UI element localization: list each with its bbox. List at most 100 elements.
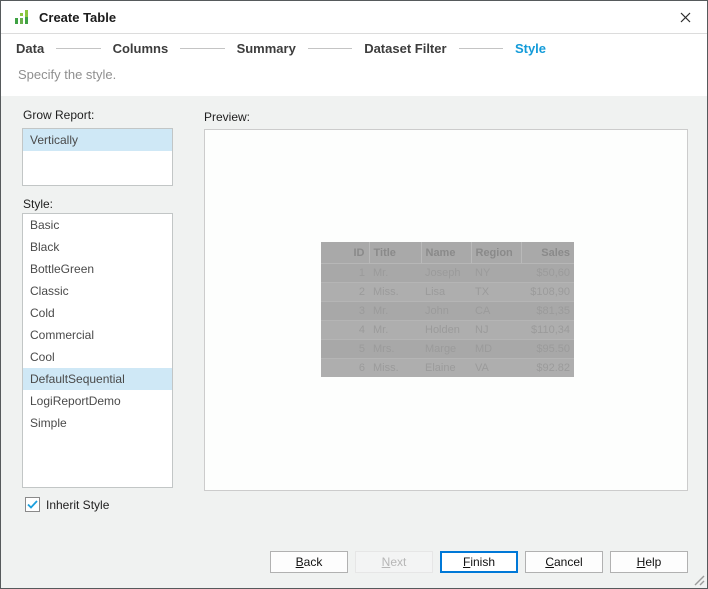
preview-cell: $50,60 bbox=[536, 267, 570, 279]
step-summary[interactable]: Summary bbox=[237, 41, 296, 56]
preview-cell: 4 bbox=[358, 324, 365, 336]
step-connector bbox=[56, 48, 101, 49]
help-button-rest: elp bbox=[645, 555, 662, 569]
next-button-rest: ext bbox=[390, 555, 407, 569]
preview-cell: NJ bbox=[475, 324, 489, 336]
inherit-style-row: Inherit Style bbox=[25, 497, 109, 512]
finish-button[interactable]: Finish bbox=[440, 551, 518, 573]
inherit-style-checkbox[interactable] bbox=[25, 497, 40, 512]
preview-cell: 5 bbox=[358, 343, 365, 355]
preview-cell: Miss. bbox=[373, 362, 399, 374]
style-listbox[interactable]: Basic Black BottleGreen Classic Cold Commerci… bbox=[22, 213, 173, 488]
step-data[interactable]: Data bbox=[16, 41, 44, 56]
cancel-button[interactable]: Cancel bbox=[525, 551, 603, 573]
preview-table: ID Title Name Region Sales 1 Mr. Joseph NY $50,6… bbox=[321, 242, 574, 377]
preview-cell: $108,90 bbox=[530, 286, 570, 298]
list-option-logireportdemo[interactable]: LogiReportDemo bbox=[23, 390, 172, 412]
preview-cell: $92.82 bbox=[536, 362, 570, 374]
preview-label: Preview: bbox=[204, 110, 251, 124]
help-button[interactable]: Help bbox=[610, 551, 688, 573]
back-button-accel: B bbox=[295, 555, 304, 569]
preview-table-row: 1 Mr. Joseph NY $50,60 bbox=[321, 263, 574, 283]
button-row: Back Next Finish Cancel Help bbox=[270, 551, 688, 573]
list-option-black[interactable]: Black bbox=[23, 236, 172, 258]
preview-cell: Elaine bbox=[425, 362, 456, 374]
help-button-accel: H bbox=[636, 555, 646, 569]
preview-cell: Mr. bbox=[373, 267, 389, 279]
finish-button-accel: F bbox=[462, 555, 471, 569]
list-option-classic[interactable]: Classic bbox=[23, 280, 172, 302]
preview-table-row: 4 Mr. Holden NJ $110,34 bbox=[321, 320, 574, 340]
preview-cell: VA bbox=[475, 362, 489, 374]
close-icon bbox=[680, 12, 690, 22]
list-option-defaultsequential[interactable]: DefaultSequential bbox=[23, 368, 172, 390]
preview-cell: Miss. bbox=[373, 286, 399, 298]
window-title: Create Table bbox=[39, 9, 117, 25]
preview-cell: 2 bbox=[358, 286, 365, 298]
step-connector bbox=[458, 48, 503, 49]
preview-cell: 1 bbox=[358, 267, 365, 279]
grow-report-listbox[interactable]: Vertically bbox=[22, 128, 173, 186]
cancel-button-accel: C bbox=[545, 555, 554, 569]
preview-col-region: Region bbox=[470, 242, 521, 264]
wizard-steps: Data Columns Summary Dataset Filter Styl… bbox=[16, 41, 546, 56]
preview-col-title: Title bbox=[368, 242, 421, 264]
preview-cell: Mr. bbox=[373, 324, 389, 336]
preview-col-sales: Sales bbox=[520, 242, 574, 264]
preview-table-header-row: ID Title Name Region Sales bbox=[321, 242, 574, 264]
step-connector bbox=[180, 48, 225, 49]
wizard-subtitle: Specify the style. bbox=[18, 67, 117, 82]
preview-col-name: Name bbox=[420, 242, 471, 264]
preview-cell: Marge bbox=[425, 343, 457, 355]
finish-button-rest: inish bbox=[470, 555, 496, 569]
preview-cell: 3 bbox=[358, 305, 365, 317]
preview-table-row: 6 Miss. Elaine VA $92.82 bbox=[321, 358, 574, 377]
preview-cell: Mrs. bbox=[373, 343, 395, 355]
preview-cell: $81,35 bbox=[536, 305, 570, 317]
preview-table-row: 2 Miss. Lisa TX $108,90 bbox=[321, 282, 574, 302]
close-button[interactable] bbox=[671, 5, 699, 29]
resize-grip-icon[interactable] bbox=[691, 572, 705, 586]
preview-cell: 6 bbox=[358, 362, 365, 374]
preview-table-row: 5 Mrs. Marge MD $95.50 bbox=[321, 339, 574, 359]
style-label: Style: bbox=[23, 197, 54, 211]
preview-cell: Lisa bbox=[425, 286, 446, 298]
preview-cell: Holden bbox=[425, 324, 460, 336]
checkmark-icon bbox=[27, 500, 38, 509]
preview-col-id: ID bbox=[321, 242, 369, 264]
preview-cell: NY bbox=[475, 267, 491, 279]
back-button[interactable]: Back bbox=[270, 551, 348, 573]
grow-report-label: Grow Report: bbox=[23, 108, 95, 122]
preview-cell: John bbox=[425, 305, 449, 317]
chart-bars-icon bbox=[15, 10, 28, 24]
list-option-simple[interactable]: Simple bbox=[23, 412, 172, 434]
next-button-accel: N bbox=[381, 555, 391, 569]
title-bar: Create Table bbox=[1, 1, 707, 34]
preview-cell: TX bbox=[475, 286, 490, 298]
preview-cell: Mr. bbox=[373, 305, 389, 317]
main-area: Grow Report: Vertically Style: Basic Blac… bbox=[1, 96, 707, 588]
step-connector bbox=[307, 48, 353, 49]
list-option-cool[interactable]: Cool bbox=[23, 346, 172, 368]
preview-panel: ID Title Name Region Sales 1 Mr. Joseph NY $50,6… bbox=[204, 129, 688, 491]
create-table-dialog: Create Table Data Columns Summary Datase… bbox=[0, 0, 708, 589]
preview-cell: Joseph bbox=[425, 267, 461, 279]
list-option-bottlegreen[interactable]: BottleGreen bbox=[23, 258, 172, 280]
list-option-vertically[interactable]: Vertically bbox=[23, 129, 172, 151]
wizard-header: Data Columns Summary Dataset Filter Styl… bbox=[1, 34, 707, 97]
back-button-rest: ack bbox=[303, 555, 323, 569]
list-option-basic[interactable]: Basic bbox=[23, 214, 172, 236]
step-dataset-filter[interactable]: Dataset Filter bbox=[364, 41, 446, 56]
cancel-button-rest: ancel bbox=[553, 555, 583, 569]
step-columns[interactable]: Columns bbox=[113, 41, 169, 56]
preview-table-body: 1 Mr. Joseph NY $50,60 2 Miss. Lisa TX $108,90 3 Mr… bbox=[321, 263, 574, 377]
preview-cell: $95.50 bbox=[536, 343, 570, 355]
inherit-style-label: Inherit Style bbox=[46, 497, 110, 512]
preview-cell: $110,34 bbox=[531, 324, 570, 336]
preview-cell: MD bbox=[475, 343, 493, 355]
preview-cell: CA bbox=[475, 305, 491, 317]
step-style[interactable]: Style bbox=[515, 41, 546, 56]
list-option-cold[interactable]: Cold bbox=[23, 302, 172, 324]
list-option-commercial[interactable]: Commercial bbox=[23, 324, 172, 346]
next-button[interactable]: Next bbox=[355, 551, 433, 573]
